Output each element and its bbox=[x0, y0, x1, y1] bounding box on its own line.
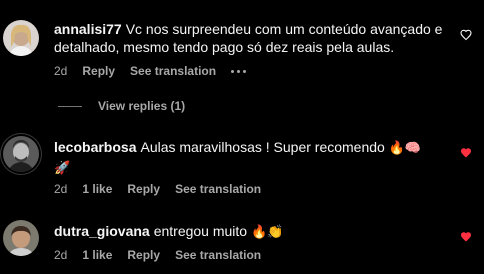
view-replies-label: View replies (1) bbox=[98, 99, 186, 113]
heart-filled-icon[interactable] bbox=[460, 147, 472, 159]
comment-meta: 2d Reply See translation bbox=[54, 64, 261, 78]
more-dots-icon[interactable] bbox=[231, 69, 247, 73]
see-translation-link[interactable]: See translation bbox=[130, 64, 216, 78]
comment-message: entregou muito bbox=[153, 223, 248, 239]
reply-button[interactable]: Reply bbox=[82, 64, 115, 78]
comment-meta: 2d 1 like Reply See translation bbox=[54, 248, 276, 262]
comment-text: annalisi77 Vc nos surpreendeu com um cont… bbox=[54, 20, 449, 56]
emoji-fire-brain: 🔥🧠 bbox=[388, 141, 422, 156]
emoji-rocket: 🚀 bbox=[54, 161, 71, 176]
replies-divider bbox=[58, 105, 82, 107]
comment-body: annalisi77 Vc nos surpreendeu com um cont… bbox=[54, 20, 449, 56]
avatar[interactable] bbox=[3, 20, 39, 56]
reply-button[interactable]: Reply bbox=[127, 248, 160, 262]
comment-meta: 2d 1 like Reply See translation bbox=[54, 182, 276, 196]
emoji-fire-clap: 🔥👏 bbox=[251, 225, 284, 240]
timestamp: 2d bbox=[54, 182, 68, 196]
timestamp: 2d bbox=[54, 248, 68, 262]
comment-body: lecobarbosa Aulas maravilhosas ! Super re… bbox=[54, 138, 449, 178]
likes-count[interactable]: 1 like bbox=[82, 182, 112, 196]
likes-count[interactable]: 1 like bbox=[82, 248, 112, 262]
username[interactable]: lecobarbosa bbox=[54, 139, 136, 155]
comment-body: dutra_giovana entregou muito 🔥👏 bbox=[54, 222, 449, 242]
heart-filled-icon[interactable] bbox=[460, 231, 472, 243]
comment-message: Aulas maravilhosas ! Super recomendo bbox=[140, 139, 385, 155]
heart-outline-icon[interactable] bbox=[460, 29, 472, 41]
view-replies-button[interactable]: View replies (1) bbox=[58, 99, 185, 113]
avatar[interactable] bbox=[3, 136, 39, 172]
avatar[interactable] bbox=[3, 220, 39, 256]
timestamp: 2d bbox=[54, 64, 68, 78]
username[interactable]: dutra_giovana bbox=[54, 223, 150, 239]
comment-text: lecobarbosa Aulas maravilhosas ! Super re… bbox=[54, 138, 449, 178]
comments-section: annalisi77 Vc nos surpreendeu com um cont… bbox=[0, 0, 484, 274]
comment-text: dutra_giovana entregou muito 🔥👏 bbox=[54, 222, 449, 242]
username[interactable]: annalisi77 bbox=[54, 21, 122, 37]
see-translation-link[interactable]: See translation bbox=[175, 248, 261, 262]
see-translation-link[interactable]: See translation bbox=[175, 182, 261, 196]
reply-button[interactable]: Reply bbox=[127, 182, 160, 196]
